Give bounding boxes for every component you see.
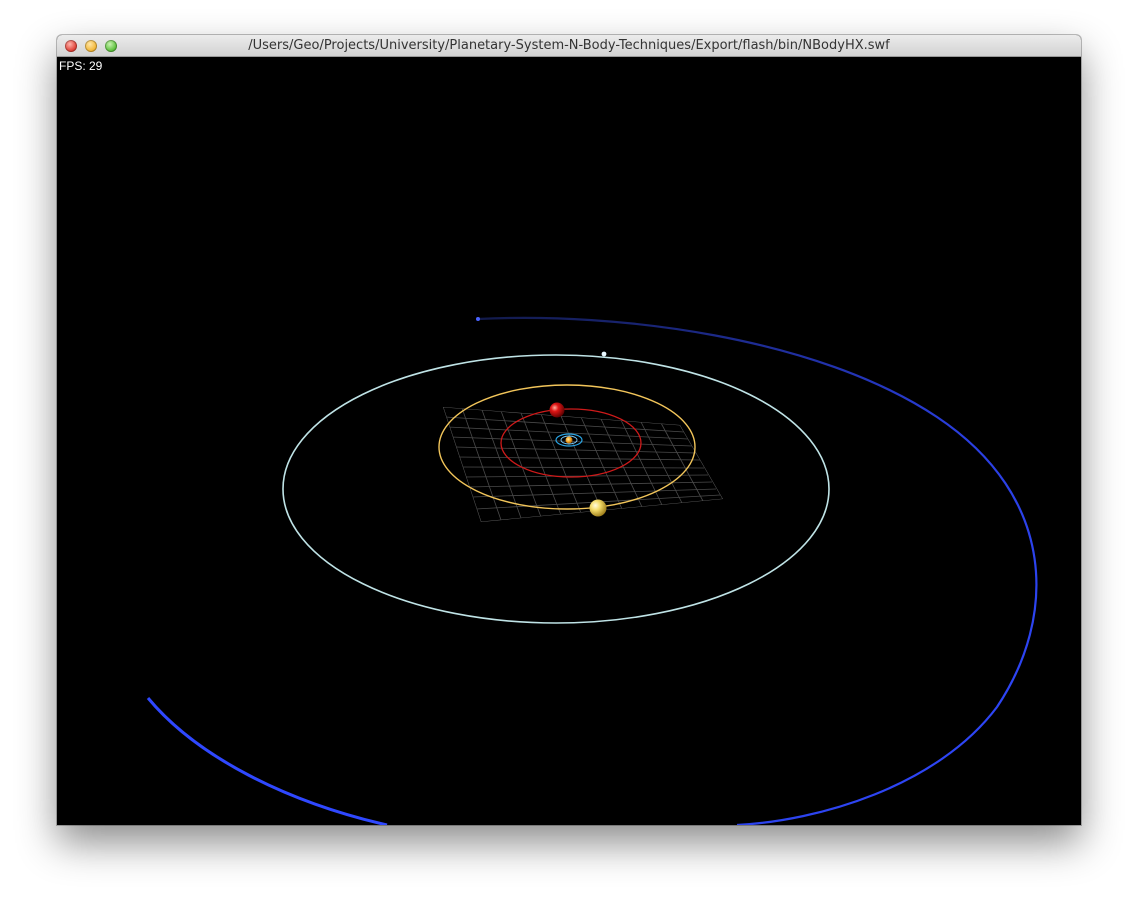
yellow-orbit <box>438 384 696 510</box>
sun <box>565 436 573 444</box>
app-window: /Users/Geo/Projects/University/Planetary… <box>57 35 1081 825</box>
fps-counter: FPS: 29 <box>59 59 103 73</box>
red-planet <box>549 402 565 418</box>
simulation-viewport[interactable]: FPS: 29 <box>57 57 1081 825</box>
pale-planet <box>601 351 607 357</box>
yellow-planet <box>589 499 607 517</box>
reference-grid <box>443 407 723 522</box>
orbit-scene[interactable] <box>57 57 1081 825</box>
window-title: /Users/Geo/Projects/University/Planetary… <box>248 38 890 53</box>
outer-orbit-trail <box>146 697 388 825</box>
outer-planet-dot <box>476 317 480 321</box>
outer-orbit-path <box>477 316 1038 825</box>
title-bar[interactable]: /Users/Geo/Projects/University/Planetary… <box>57 35 1081 57</box>
pale-orbit <box>282 354 830 624</box>
